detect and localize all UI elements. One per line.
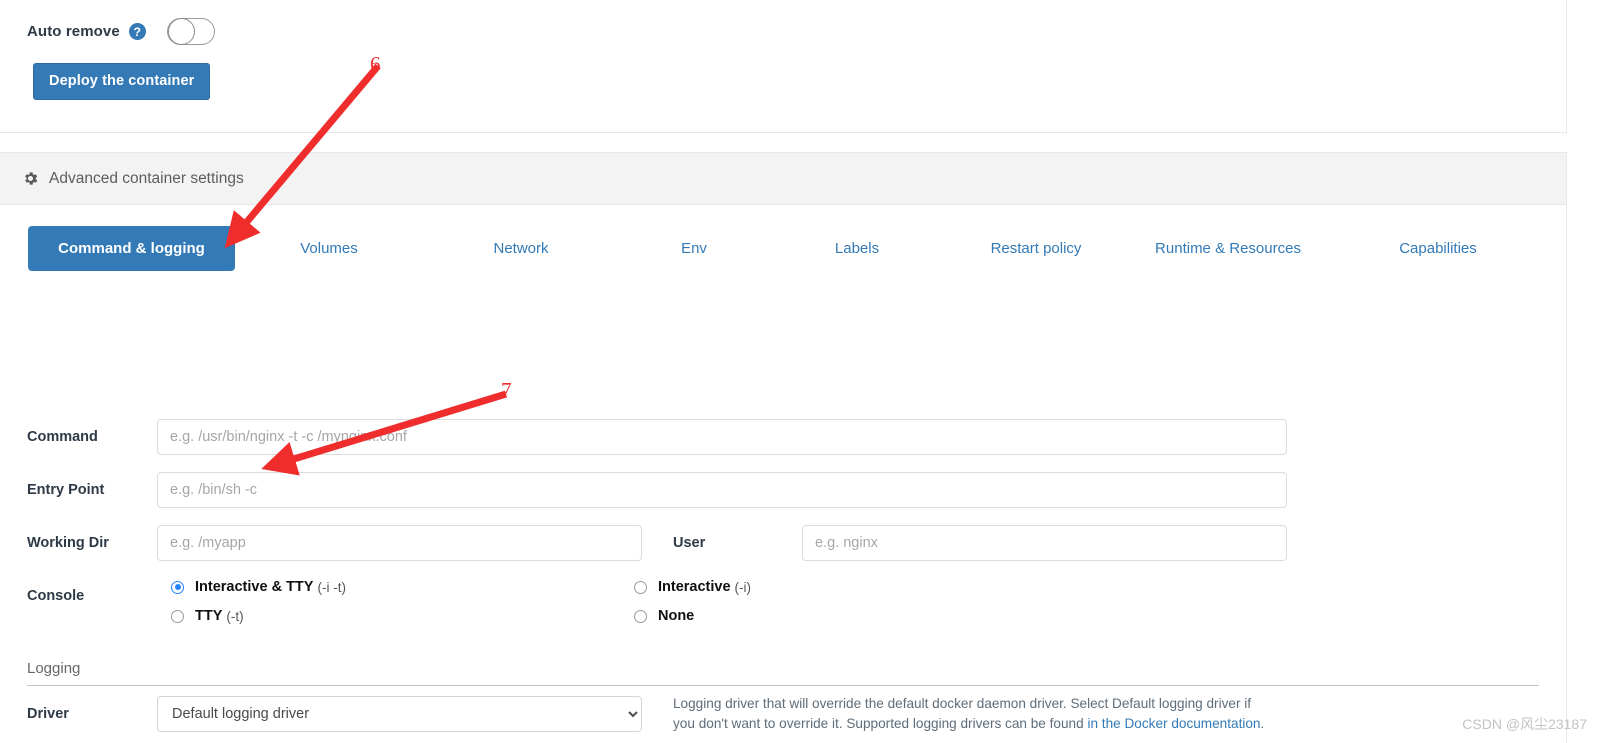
console-option-interactive-tty[interactable]: Interactive & TTY (-i -t) <box>171 579 346 595</box>
advanced-settings-header: Advanced container settings <box>0 153 1566 205</box>
console-option-flag: (-t) <box>226 608 244 624</box>
console-option-tty[interactable]: TTY (-t) <box>171 608 244 624</box>
console-option-flag: (-i) <box>734 579 752 595</box>
annotation-number: 6 <box>370 52 381 76</box>
auto-remove-toggle[interactable] <box>166 18 215 45</box>
driver-label: Driver <box>27 706 69 722</box>
auto-remove-help-icon[interactable]: ? <box>128 23 146 40</box>
tab-network[interactable]: Network <box>462 226 580 271</box>
advanced-container-settings-panel: Advanced container settings Command & lo… <box>0 152 1567 743</box>
console-label: Console <box>27 588 85 604</box>
deploy-panel: Auto remove ? Deploy the container <box>0 0 1567 133</box>
console-option-name: TTY <box>195 608 223 624</box>
deploy-container-button[interactable]: Deploy the container <box>33 63 211 100</box>
command-input[interactable] <box>157 419 1287 455</box>
tab-env[interactable]: Env <box>658 226 730 271</box>
toggle-knob <box>167 18 195 45</box>
radio-indicator[interactable] <box>634 580 647 594</box>
watermark: CSDN @风尘23187 <box>1462 716 1587 732</box>
annotation-number: 7 <box>501 378 512 402</box>
console-option-none[interactable]: None <box>634 608 694 624</box>
logging-section-title: Logging <box>27 660 81 677</box>
tab-capabilities[interactable]: Capabilities <box>1377 226 1499 271</box>
gear-icon <box>22 170 39 187</box>
auto-remove-label: Auto remove <box>27 23 120 40</box>
entry-point-input[interactable] <box>157 472 1287 508</box>
logging-section-divider <box>27 685 1539 686</box>
auto-remove-row: Auto remove ? <box>27 18 215 45</box>
tab-volumes[interactable]: Volumes <box>269 226 389 271</box>
tab-restart-policy[interactable]: Restart policy <box>968 226 1104 271</box>
entry-point-label: Entry Point <box>27 482 105 498</box>
working-dir-label: Working Dir <box>27 535 109 551</box>
user-label: User <box>673 535 706 551</box>
driver-help-text: Logging driver that will override the de… <box>673 694 1273 733</box>
docker-documentation-link[interactable]: in the Docker documentation <box>1087 716 1260 731</box>
logging-driver-select[interactable]: Default logging drivernonejson-filesyslo… <box>157 696 642 732</box>
tab-runtime-resources[interactable]: Runtime & Resources <box>1130 226 1326 271</box>
console-option-name: Interactive <box>658 579 731 595</box>
radio-indicator[interactable] <box>171 580 184 594</box>
command-label: Command <box>27 429 98 445</box>
console-option-interactive[interactable]: Interactive (-i) <box>634 579 751 595</box>
radio-indicator[interactable] <box>634 609 647 623</box>
page-root: Auto remove ? Deploy the container Advan… <box>0 0 1601 743</box>
user-input[interactable] <box>802 525 1287 561</box>
console-option-flag: (-i -t) <box>317 579 346 595</box>
tab-labels[interactable]: Labels <box>809 226 905 271</box>
console-option-name: None <box>658 608 695 624</box>
radio-indicator[interactable] <box>171 609 184 623</box>
console-option-name: Interactive & TTY <box>195 579 314 595</box>
driver-help-text-part2: . <box>1260 715 1265 731</box>
settings-tab-bar: Command & logging Volumes Network Env Labels… <box>0 226 1566 274</box>
working-dir-input[interactable] <box>157 525 642 561</box>
tab-command-logging[interactable]: Command & logging <box>28 226 235 271</box>
advanced-settings-title: Advanced container settings <box>49 169 244 187</box>
